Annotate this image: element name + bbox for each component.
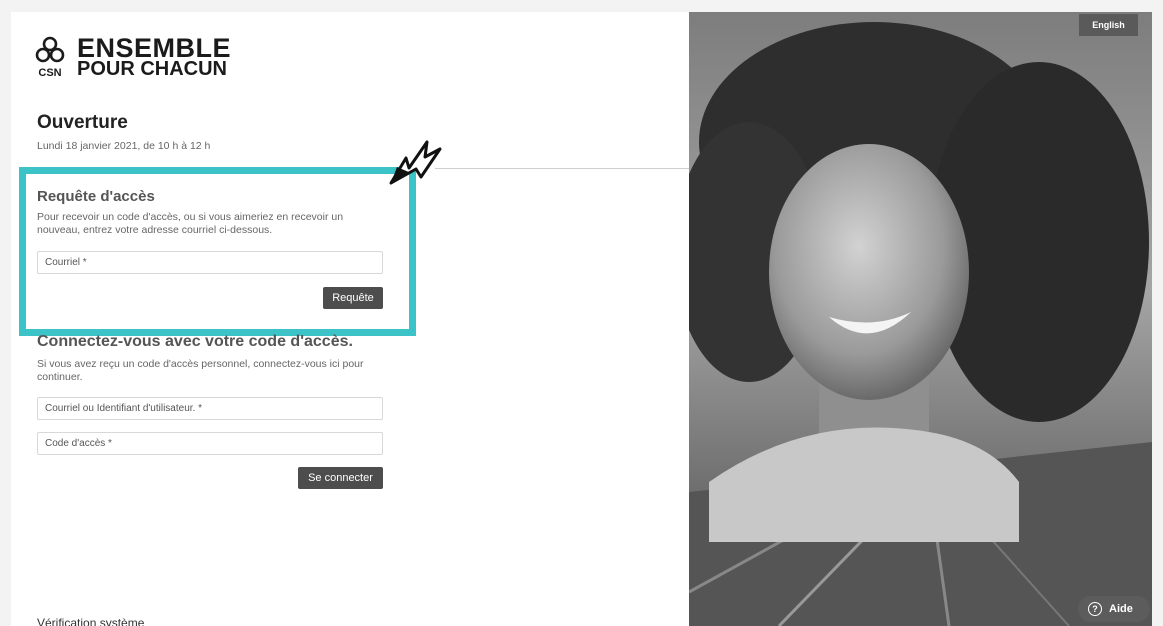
hero-photo-graphic xyxy=(689,12,1152,626)
page-card: CSN ENSEMBLE POUR CHACUN Ouverture Lundi… xyxy=(11,12,1152,626)
question-icon: ? xyxy=(1088,602,1102,616)
help-label: Aide xyxy=(1109,603,1133,615)
divider xyxy=(435,168,691,169)
request-button[interactable]: Requête xyxy=(323,287,383,309)
login-description: Si vous avez reçu un code d'accès person… xyxy=(37,358,364,383)
access-request-title: Requête d'accès xyxy=(37,188,155,205)
system-check-link[interactable]: Vérification système xyxy=(37,616,144,626)
login-user-input[interactable]: Courriel ou Identifiant d'utilisateur. * xyxy=(37,397,383,420)
language-toggle-button[interactable]: English xyxy=(1079,14,1138,36)
annotation-arrow-icon xyxy=(389,140,442,185)
event-date: Lundi 18 janvier 2021, de 10 h à 12 h xyxy=(37,140,211,152)
event-title: Ouverture xyxy=(37,112,128,133)
login-button[interactable]: Se connecter xyxy=(298,467,383,489)
logo-text-line2: POUR CHACUN xyxy=(77,58,227,80)
access-request-description: Pour recevoir un code d'accès, ou si vou… xyxy=(37,211,344,236)
access-code-input[interactable]: Code d'accès * xyxy=(37,432,383,455)
csn-logo-icon: CSN xyxy=(35,36,65,79)
hero-photo xyxy=(689,12,1152,626)
logo-mark-text: CSN xyxy=(38,67,61,79)
request-email-input[interactable]: Courriel * xyxy=(37,251,383,274)
login-title: Connectez-vous avec votre code d'accès. xyxy=(37,333,353,350)
help-button[interactable]: ? Aide xyxy=(1078,596,1150,622)
